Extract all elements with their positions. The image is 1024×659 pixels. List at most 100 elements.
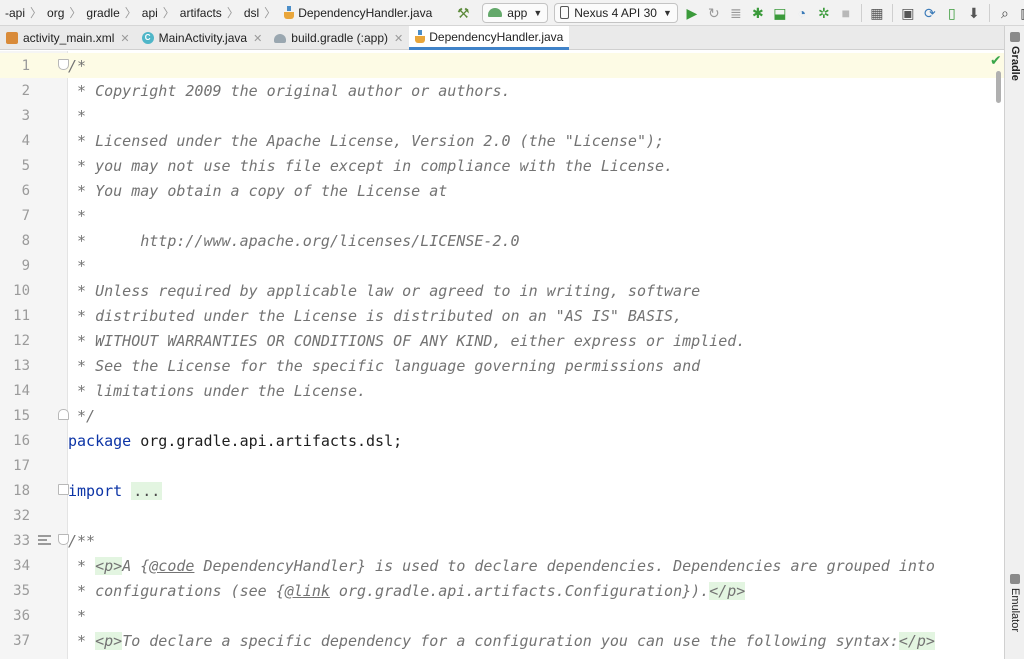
no-problems-check-icon[interactable]: ✔ (990, 52, 1002, 69)
gutter-marker (30, 153, 68, 178)
gradle-tool-window-tab[interactable]: Gradle (1007, 32, 1023, 81)
code-line[interactable]: 14 * limitations under the License. (0, 378, 1004, 403)
fold-icon[interactable] (58, 534, 69, 545)
fold-icon[interactable] (58, 409, 69, 420)
project-structure-icon[interactable]: ▦ (866, 2, 888, 24)
code-line[interactable]: 3 * (0, 103, 1004, 128)
code-line[interactable]: 16 package org.gradle.api.artifacts.dsl; (0, 428, 1004, 453)
code-text: * WITHOUT WARRANTIES OR CONDITIONS OF AN… (68, 331, 746, 350)
navigation-toolbar: -api 〉 org 〉 gradle 〉 api 〉 artifacts 〉 … (0, 0, 1024, 26)
fold-icon[interactable] (58, 59, 69, 70)
device-select[interactable]: Nexus 4 API 30 ▼ (554, 2, 678, 23)
html-tag: <p> (95, 631, 123, 650)
attach-debugger-icon[interactable]: ⬓ (769, 2, 791, 24)
tab-dependency-handler-java[interactable]: DependencyHandler.java (409, 26, 570, 50)
code-text: * Licensed under the Apache License, Ver… (68, 131, 665, 150)
code-line[interactable]: 32 (0, 503, 1004, 528)
debug-icon[interactable]: ✱ (747, 2, 769, 24)
code-line[interactable]: 34 * <p> A {@code DependencyHandler} is u… (0, 553, 1004, 578)
line-number: 34 (13, 557, 30, 574)
gradle-sync-icon[interactable]: ⟳ (919, 2, 941, 24)
code-text: configurations (see { (95, 581, 285, 600)
emulator-tool-window-tab[interactable]: Emulator (1007, 574, 1023, 632)
breadcrumb-item[interactable]: dsl (241, 0, 262, 26)
code-line[interactable]: 36 * (0, 603, 1004, 628)
profile-icon[interactable]: ◔ (791, 2, 813, 24)
code-line[interactable]: 12 * WITHOUT WARRANTIES OR CONDITIONS OF… (0, 328, 1004, 353)
code-line[interactable]: 13 * See the License for the specific la… (0, 353, 1004, 378)
settings-icon[interactable]: ▥ (1016, 2, 1024, 24)
code-line[interactable]: 5 * you may not use this file except in … (0, 153, 1004, 178)
breadcrumb-label: org (47, 5, 65, 20)
code-editor[interactable]: 1 /* 2 * Copyright 2009 the original aut… (0, 51, 1004, 659)
breadcrumb-item[interactable]: org (44, 0, 67, 26)
run-coverage-icon[interactable]: ✲ (813, 2, 835, 24)
apply-changes-icon[interactable]: ↻ (703, 2, 725, 24)
tab-build-gradle[interactable]: build.gradle (:app) ✕ (268, 26, 409, 50)
html-tag: <p> (95, 556, 123, 575)
breadcrumb-file[interactable]: DependencyHandler.java (278, 0, 432, 26)
code-line[interactable]: 17 (0, 453, 1004, 478)
layout-inspector-icon[interactable]: ▣ (897, 2, 919, 24)
folded-imports[interactable]: ... (131, 481, 163, 500)
gutter-marker (30, 403, 69, 428)
close-icon[interactable]: ✕ (253, 32, 262, 45)
stop-icon[interactable]: ■ (835, 2, 857, 24)
gutter-marker (30, 503, 68, 528)
javadoc-tag: @link (284, 581, 330, 600)
breadcrumb-item[interactable]: -api (2, 0, 28, 26)
line-number: 18 (13, 482, 30, 499)
emulator-icon (1010, 574, 1020, 584)
code-line[interactable]: 1 /* (0, 53, 1004, 78)
apply-code-changes-icon[interactable]: ≣ (725, 2, 747, 24)
gutter-marker (30, 278, 68, 303)
code-line[interactable]: 35 * configurations (see {@link org.grad… (0, 578, 1004, 603)
gutter-marker (30, 578, 68, 603)
tab-main-activity-java[interactable]: C MainActivity.java ✕ (136, 26, 269, 50)
code-text: org.gradle.api.artifacts.dsl; (131, 431, 403, 450)
run-icon[interactable]: ▶ (681, 2, 703, 24)
fold-icon[interactable] (58, 484, 69, 495)
render-doc-icon[interactable] (38, 535, 51, 545)
chevron-right-icon: 〉 (124, 6, 137, 20)
search-icon[interactable]: ⌕ (994, 2, 1016, 24)
close-icon[interactable]: ✕ (120, 32, 129, 45)
code-line[interactable]: 38 * (0, 653, 1004, 659)
tab-activity-main-xml[interactable]: activity_main.xml ✕ (0, 26, 136, 50)
code-line[interactable]: 6 * You may obtain a copy of the License… (0, 178, 1004, 203)
chevron-down-icon: ▼ (662, 7, 672, 18)
editor-scrollbar-thumb[interactable] (996, 71, 1001, 103)
line-number: 35 (13, 582, 30, 599)
run-config-select[interactable]: app ▼ (482, 2, 549, 23)
chevron-right-icon: 〉 (30, 6, 43, 20)
code-line[interactable]: 11 * distributed under the License is di… (0, 303, 1004, 328)
gutter-marker (30, 53, 69, 78)
avd-manager-icon[interactable]: ▯ (941, 2, 963, 24)
close-icon[interactable]: ✕ (394, 32, 403, 45)
breadcrumb-label: api (141, 5, 158, 20)
line-number: 32 (13, 507, 30, 524)
toolbar-divider (860, 3, 862, 22)
javadoc-tag: @code (149, 556, 195, 575)
sdk-manager-icon[interactable]: ⬇ (963, 2, 985, 24)
toolbar-divider (988, 3, 990, 22)
code-line[interactable]: 33 /** (0, 528, 1004, 553)
line-number: 3 (21, 107, 30, 124)
breadcrumb-item[interactable]: artifacts (177, 0, 225, 26)
code-line[interactable]: 37 * <p> To declare a specific dependency… (0, 628, 1004, 653)
code-line[interactable]: 7 * (0, 203, 1004, 228)
code-line[interactable]: 18 import ... (0, 478, 1004, 503)
code-text: * distributed under the License is distr… (68, 306, 683, 325)
breadcrumb-item[interactable]: api (139, 0, 161, 26)
code-line[interactable]: 2 * Copyright 2009 the original author o… (0, 78, 1004, 103)
code-line[interactable]: 8 * http://www.apache.org/licenses/LICEN… (0, 228, 1004, 253)
breadcrumb-item[interactable]: gradle (83, 0, 122, 26)
html-tag: </p> (709, 581, 746, 600)
code-line[interactable]: 10 * Unless required by applicable law o… (0, 278, 1004, 303)
build-hammer-icon[interactable]: ⚒ (452, 2, 474, 24)
line-number: 17 (13, 457, 30, 474)
code-line[interactable]: 4 * Licensed under the Apache License, V… (0, 128, 1004, 153)
code-line[interactable]: 9 * (0, 253, 1004, 278)
code-line[interactable]: 15 */ (0, 403, 1004, 428)
line-number: 37 (13, 632, 30, 649)
